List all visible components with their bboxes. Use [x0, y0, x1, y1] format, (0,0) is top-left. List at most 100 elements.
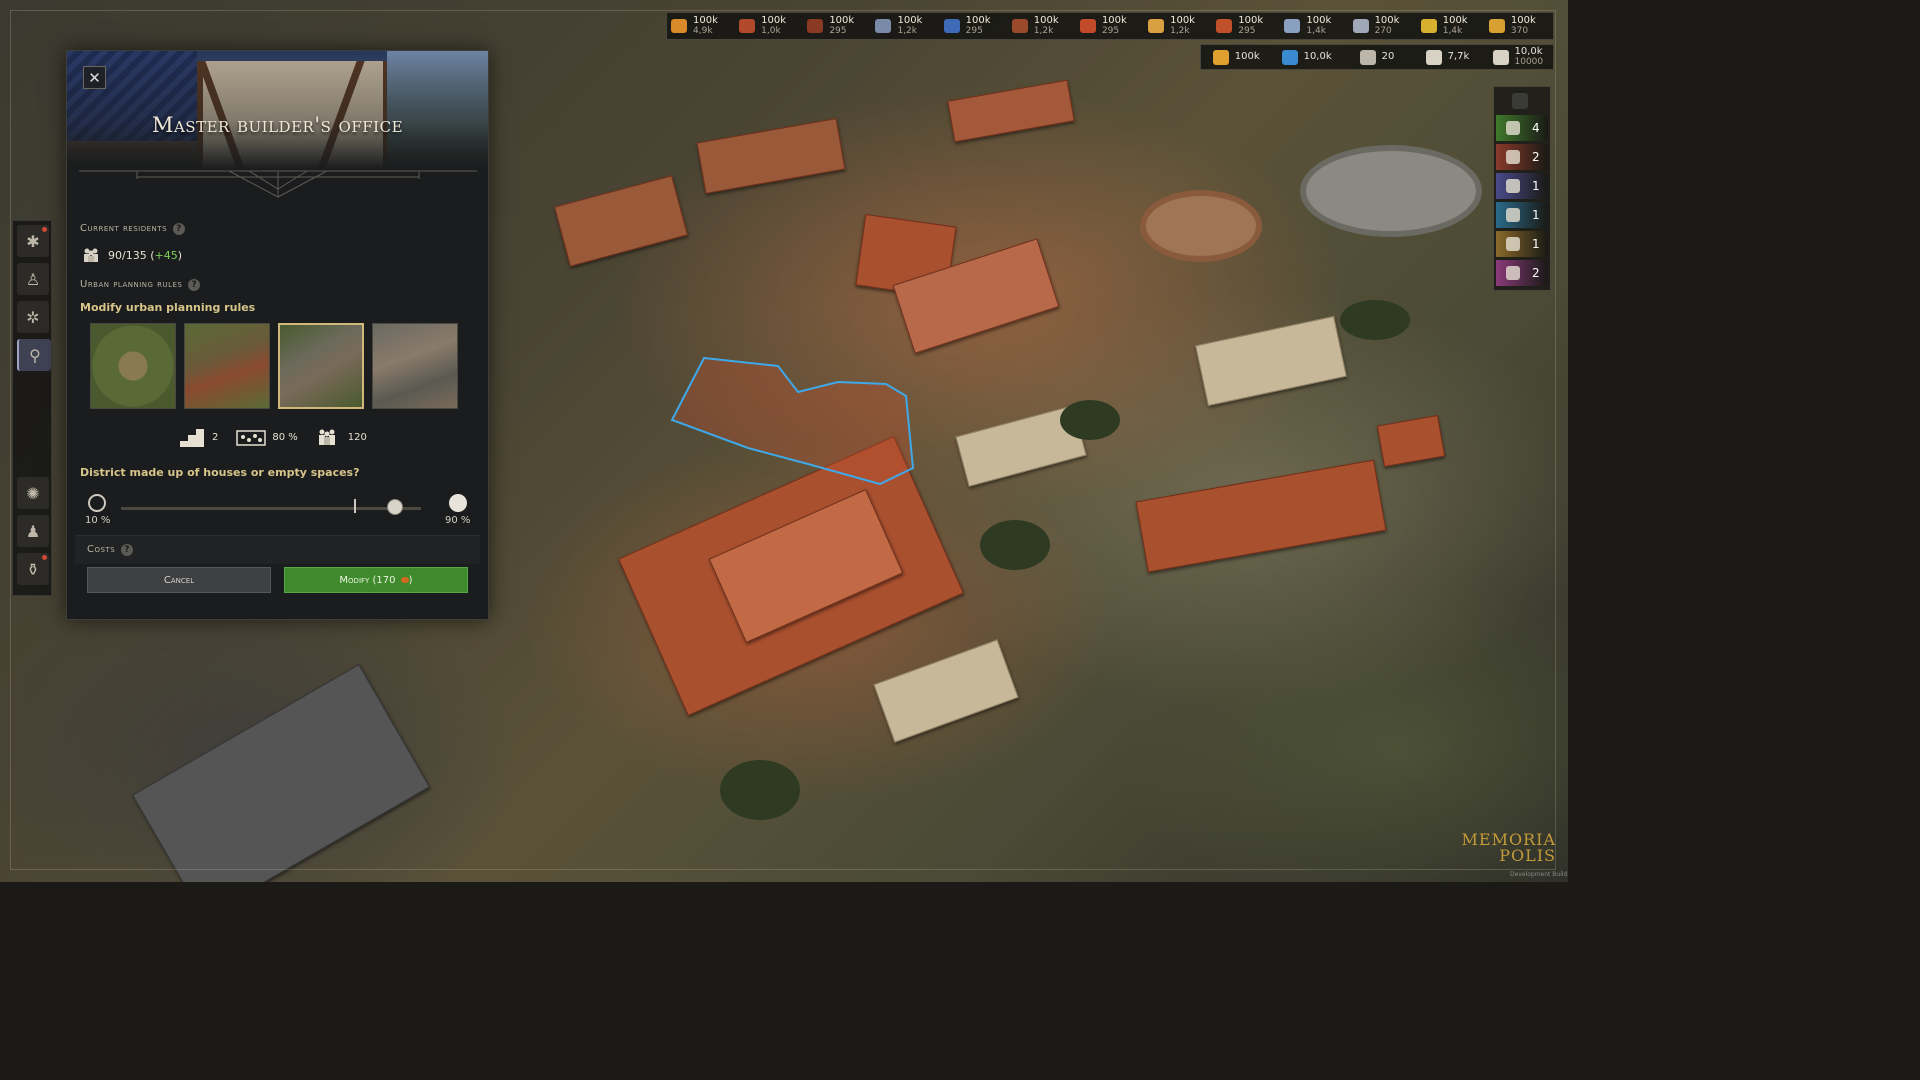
slider-track[interactable] [121, 507, 421, 510]
resource-citizens[interactable]: 7,7k [1412, 45, 1482, 69]
resource-knowledge[interactable]: 10,0k [1271, 45, 1341, 69]
alert-dot-icon [42, 555, 47, 560]
slider-min-endpoint [88, 494, 106, 512]
resource-value: 100k [1442, 15, 1468, 26]
house-block[interactable] [696, 118, 846, 194]
resource-production: 1,2k [897, 26, 917, 36]
people-tool-button[interactable]: ♟ [17, 515, 49, 547]
house-block[interactable] [554, 175, 688, 267]
help-icon[interactable]: ? [173, 223, 186, 235]
resource-gold[interactable]: 100k 1,4k [1417, 13, 1485, 39]
modify-rules-label: Modify urban planning rules [80, 301, 256, 314]
help-icon[interactable]: ? [121, 544, 134, 556]
slider-max-label: 90 % [445, 515, 471, 526]
resource-production: 295 [965, 26, 983, 36]
resource-bread[interactable]: 100k 4,9k [667, 13, 735, 39]
resource-tool[interactable]: 100k 1,2k [871, 13, 939, 39]
resource-production: 1,2k [1170, 26, 1190, 36]
population-bishop[interactable]: 1 [1496, 173, 1548, 199]
rule-option-dense-selected[interactable] [278, 323, 364, 409]
bishop-icon [1506, 179, 1520, 193]
farmer-tool-button[interactable]: ✱ [17, 225, 49, 257]
settings-tool-icon: ✺ [26, 483, 40, 503]
settings-tool-button[interactable]: ✺ [17, 477, 49, 509]
capacity-stat: 120 [316, 429, 367, 445]
resource-money[interactable]: 100k [1201, 45, 1271, 69]
craft-tool-button[interactable]: ✲ [17, 301, 49, 333]
slider-min-label: 10 % [85, 515, 111, 526]
resource-value: 7,7k [1447, 51, 1470, 62]
people-icon [84, 248, 98, 262]
resource-leather[interactable]: 100k 1,2k [1008, 13, 1076, 39]
market-building[interactable] [1135, 459, 1387, 573]
religion-tool-button[interactable]: ⚲ [17, 339, 51, 371]
rule-option-very-dense[interactable] [372, 323, 458, 409]
resource-fish[interactable]: 100k 1,4k [1280, 13, 1348, 39]
torch-icon [1216, 19, 1233, 33]
population-count: 1 [1532, 179, 1540, 193]
resource-value: 100k [1306, 15, 1332, 26]
house-block[interactable] [873, 639, 1019, 743]
resource-brick[interactable]: 100k 295 [1076, 13, 1144, 39]
resource-production: 1,4k [1442, 26, 1463, 36]
resource-cap: 10000 [1514, 57, 1544, 67]
resource-wheat[interactable]: 100k 1,2k [1144, 13, 1212, 39]
close-button[interactable]: ✕ [83, 66, 106, 89]
selected-district-outline[interactable] [668, 352, 940, 492]
resource-value: 100k [1101, 15, 1127, 26]
floors-stat: 2 [180, 427, 218, 447]
residents-count: 90/135 (+45) [82, 248, 182, 262]
potion-tool-button[interactable]: ⚱ [17, 553, 49, 585]
resource-coin[interactable]: 100k 370 [1485, 13, 1553, 39]
house-block[interactable] [1195, 315, 1347, 407]
rule-option-sparse[interactable] [90, 323, 176, 409]
population-panel: 4 2 1 1 1 2 [1493, 86, 1551, 291]
amphitheatre-building[interactable] [1140, 190, 1262, 262]
resource-meat[interactable]: 100k 1,0k [735, 13, 803, 39]
ornament-divider [79, 170, 477, 198]
tree-cluster [1340, 300, 1410, 340]
resource-scroll[interactable]: 20 [1342, 45, 1412, 69]
cancel-button[interactable]: Cancel [87, 567, 271, 593]
population-artisan[interactable]: 1 [1496, 231, 1548, 257]
population-count: 2 [1532, 150, 1540, 164]
population-count: 1 [1532, 237, 1540, 251]
worker-tool-button[interactable]: ♙ [17, 263, 49, 295]
coin-icon [1488, 19, 1505, 33]
costs-header: Costs? [87, 544, 134, 556]
population-farmer[interactable]: 4 [1496, 115, 1548, 141]
help-icon[interactable]: ? [188, 279, 201, 291]
resource-population[interactable]: 10,0k 10000 [1483, 45, 1553, 69]
resource-value: 100k [965, 15, 991, 26]
population-noble[interactable]: 2 [1496, 260, 1548, 286]
artisan-icon [1506, 237, 1520, 251]
merchant-icon [1506, 150, 1520, 164]
resource-log[interactable]: 100k 295 [803, 13, 871, 39]
bread-icon [671, 19, 687, 33]
potion-tool-icon: ⚱ [26, 559, 40, 579]
slider-handle[interactable] [386, 499, 403, 515]
houses-empty-slider[interactable]: 10 % 90 % [85, 491, 472, 531]
resource-sword[interactable]: 100k 270 [1349, 13, 1417, 39]
brick-icon [1079, 19, 1096, 33]
house-block[interactable] [947, 79, 1075, 143]
resource-value: 20 [1381, 51, 1395, 62]
resource-cloth[interactable]: 100k 295 [940, 13, 1008, 39]
theatre-building[interactable] [132, 664, 430, 882]
people-tool-icon: ♟ [25, 521, 41, 541]
resource-production: 1,4k [1306, 26, 1326, 36]
leather-icon [1011, 19, 1028, 33]
fish-icon [1284, 19, 1301, 33]
religion-tool-icon: ⚲ [29, 345, 41, 365]
population-count: 2 [1532, 266, 1540, 280]
population-scholar[interactable]: 1 [1496, 202, 1548, 228]
population-merchant[interactable]: 2 [1496, 144, 1548, 170]
resource-torch[interactable]: 100k 295 [1212, 13, 1280, 39]
modify-button[interactable]: Modify (170 ) [284, 567, 468, 593]
rules-header: Urban planning rules? [80, 279, 201, 291]
costs-section: Costs? [75, 535, 480, 564]
rule-option-medium[interactable] [184, 323, 270, 409]
circus-building[interactable] [1300, 145, 1482, 237]
house-block[interactable] [1376, 414, 1446, 468]
tree-cluster [720, 760, 800, 820]
